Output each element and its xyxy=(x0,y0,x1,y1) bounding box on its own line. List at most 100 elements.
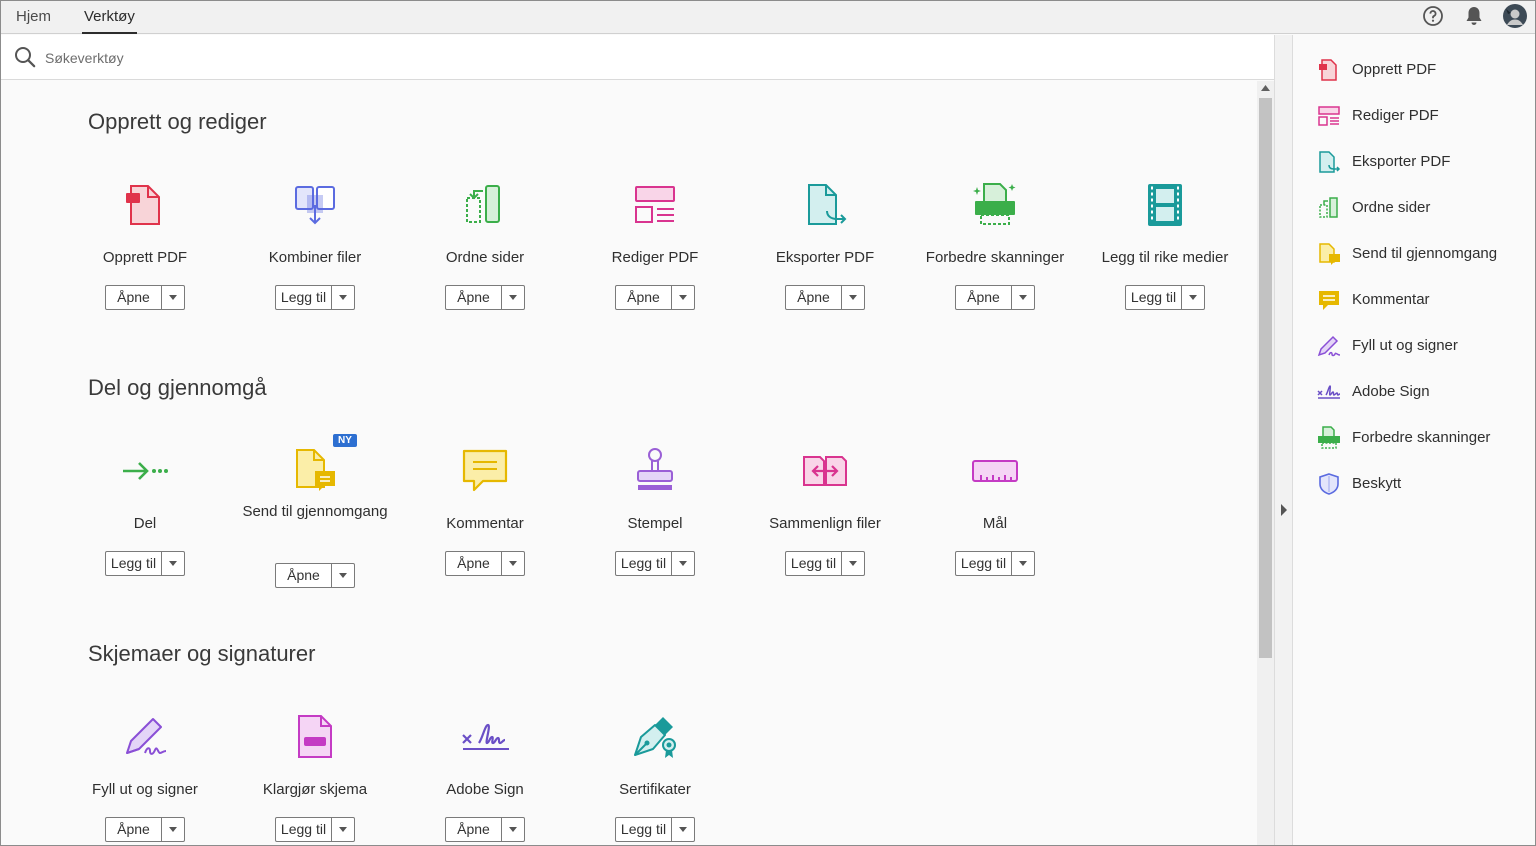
add-button[interactable]: Legg til xyxy=(615,551,695,576)
tool-combine-files: Kombiner filer Legg til xyxy=(230,181,400,351)
add-button[interactable]: Legg til xyxy=(275,817,355,842)
button-label[interactable]: Legg til xyxy=(106,552,162,575)
open-button[interactable]: Åpne xyxy=(445,285,525,310)
tool-enhance-scans: Forbedre skanninger Åpne xyxy=(910,181,1080,351)
help-icon[interactable] xyxy=(1422,5,1444,27)
button-label[interactable]: Legg til xyxy=(276,818,332,841)
button-label[interactable]: Legg til xyxy=(616,552,672,575)
stamp-icon xyxy=(637,448,673,490)
panel-item-label: Rediger PDF xyxy=(1352,107,1439,124)
add-button[interactable]: Legg til xyxy=(615,817,695,842)
enhance-scans-icon xyxy=(973,183,1016,225)
edit-pdf-icon xyxy=(1318,106,1340,126)
dropdown-arrow[interactable] xyxy=(1182,286,1204,309)
open-button[interactable]: Åpne xyxy=(105,285,185,310)
button-label[interactable]: Legg til xyxy=(276,286,332,309)
tab-tools[interactable]: Verktøy xyxy=(82,8,137,34)
button-label[interactable]: Åpne xyxy=(276,564,332,587)
button-label[interactable]: Legg til xyxy=(1126,286,1182,309)
tool-adobe-sign: Adobe Sign Åpne xyxy=(400,713,570,845)
panel-item-organize-pages[interactable]: Ordne sider xyxy=(1317,195,1535,225)
tab-home[interactable]: Hjem xyxy=(16,8,51,25)
add-button[interactable]: Legg til xyxy=(105,551,185,576)
button-label[interactable]: Åpne xyxy=(106,286,162,309)
dropdown-arrow[interactable] xyxy=(1012,286,1034,309)
scrollbar-thumb[interactable] xyxy=(1259,98,1272,658)
add-button[interactable]: Legg til xyxy=(785,551,865,576)
panel-item-protect[interactable]: Beskytt xyxy=(1317,471,1535,501)
panel-item-comment[interactable]: Kommentar xyxy=(1317,287,1535,317)
open-button[interactable]: Åpne xyxy=(105,817,185,842)
panel-item-adobe-sign[interactable]: Adobe Sign xyxy=(1317,379,1535,409)
panel-item-export-pdf[interactable]: Eksporter PDF xyxy=(1317,149,1535,179)
open-button[interactable]: Åpne xyxy=(275,563,355,588)
button-label[interactable]: Åpne xyxy=(446,818,502,841)
tool-measure: Mål Legg til xyxy=(910,447,1080,617)
tool-fill-sign: Fyll ut og signer Åpne xyxy=(60,713,230,845)
dropdown-arrow[interactable] xyxy=(842,286,864,309)
panel-item-label: Ordne sider xyxy=(1352,199,1431,216)
button-label[interactable]: Åpne xyxy=(786,286,842,309)
export-pdf-icon xyxy=(1319,151,1341,173)
dropdown-arrow[interactable] xyxy=(162,552,184,575)
panel-item-edit-pdf[interactable]: Rediger PDF xyxy=(1317,103,1535,133)
dropdown-arrow[interactable] xyxy=(502,552,524,575)
vertical-scrollbar[interactable] xyxy=(1257,81,1274,845)
open-button[interactable]: Åpne xyxy=(785,285,865,310)
open-button[interactable]: Åpne xyxy=(445,551,525,576)
tool-label: Legg til rike medier xyxy=(1101,249,1229,266)
dropdown-arrow[interactable] xyxy=(672,552,694,575)
dropdown-arrow[interactable] xyxy=(672,818,694,841)
fill-sign-icon xyxy=(1317,335,1341,357)
dropdown-arrow[interactable] xyxy=(672,286,694,309)
scroll-up-arrow-icon[interactable] xyxy=(1261,85,1270,91)
button-label[interactable]: Åpne xyxy=(446,286,502,309)
tool-organize-pages: Ordne sider Åpne xyxy=(400,181,570,351)
tool-label: Fyll ut og signer xyxy=(92,781,198,798)
dropdown-arrow[interactable] xyxy=(502,818,524,841)
chevron-down-icon xyxy=(339,295,347,300)
panel-item-label: Kommentar xyxy=(1352,291,1430,308)
button-label[interactable]: Åpne xyxy=(956,286,1012,309)
dropdown-arrow[interactable] xyxy=(842,552,864,575)
button-label[interactable]: Legg til xyxy=(956,552,1012,575)
panel-item-send-review[interactable]: Send til gjennomgang xyxy=(1317,241,1535,271)
add-button[interactable]: Legg til xyxy=(275,285,355,310)
panel-item-create-pdf[interactable]: Opprett PDF xyxy=(1317,57,1535,87)
open-button[interactable]: Åpne xyxy=(955,285,1035,310)
chevron-down-icon xyxy=(169,561,177,566)
button-label[interactable]: Legg til xyxy=(786,552,842,575)
dropdown-arrow[interactable] xyxy=(162,286,184,309)
avatar[interactable] xyxy=(1503,4,1527,28)
panel-item-fill-sign[interactable]: Fyll ut og signer xyxy=(1317,333,1535,363)
dropdown-arrow[interactable] xyxy=(332,564,354,587)
tool-label: Opprett PDF xyxy=(102,249,188,266)
tool-share: Del Legg til xyxy=(60,447,230,617)
chevron-right-icon[interactable] xyxy=(1280,504,1288,516)
button-label[interactable]: Åpne xyxy=(616,286,672,309)
button-label[interactable]: Åpne xyxy=(446,552,502,575)
dropdown-arrow[interactable] xyxy=(332,818,354,841)
add-button[interactable]: Legg til xyxy=(955,551,1035,576)
app-window: Hjem Verktøy Opprett og rediger Opprett … xyxy=(0,0,1536,846)
search-input[interactable] xyxy=(45,47,545,69)
dropdown-arrow[interactable] xyxy=(502,286,524,309)
dropdown-arrow[interactable] xyxy=(332,286,354,309)
open-button[interactable]: Åpne xyxy=(615,285,695,310)
dropdown-arrow[interactable] xyxy=(162,818,184,841)
panel-collapse-handle[interactable] xyxy=(1274,35,1293,845)
fill-sign-icon xyxy=(126,718,167,755)
active-tab-underline xyxy=(82,32,137,34)
dropdown-arrow[interactable] xyxy=(1012,552,1034,575)
bell-icon[interactable] xyxy=(1464,5,1484,27)
send-review-icon xyxy=(1319,243,1340,265)
tool-label: Del xyxy=(133,515,157,532)
button-label[interactable]: Åpne xyxy=(106,818,162,841)
open-button[interactable]: Åpne xyxy=(445,817,525,842)
section-title-create-edit: Opprett og rediger xyxy=(88,109,267,134)
add-button[interactable]: Legg til xyxy=(1125,285,1205,310)
measure-icon xyxy=(972,460,1018,482)
right-tools-panel: Opprett PDF Rediger PDF Eksporter PDF Or… xyxy=(1293,35,1535,845)
button-label[interactable]: Legg til xyxy=(616,818,672,841)
panel-item-enhance-scans[interactable]: Forbedre skanninger xyxy=(1317,425,1535,455)
